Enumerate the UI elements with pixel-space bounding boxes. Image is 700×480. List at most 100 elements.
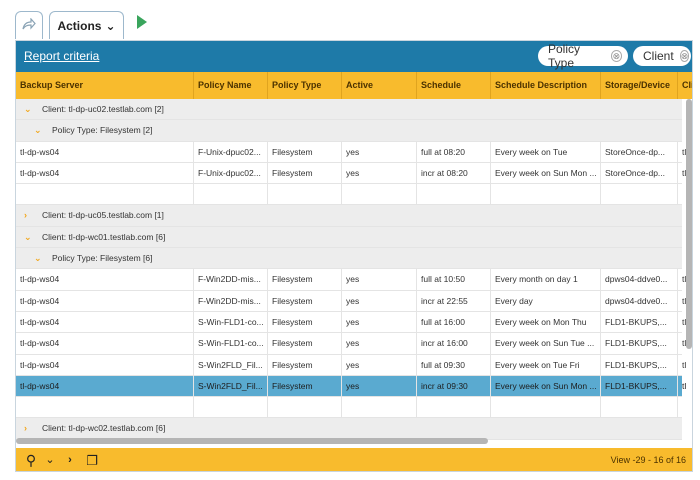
cell-active: yes — [342, 333, 417, 355]
actions-label: Actions — [57, 18, 102, 33]
empty-cell — [16, 397, 194, 419]
table-row[interactable]: tl-dp-ws04 F-Unix-dpuc02... Filesystem yes i… — [16, 162, 686, 185]
cell-schedule: incr at 22:55 — [417, 290, 491, 312]
table-row[interactable]: tl-dp-ws04 F-Unix-dpuc02... Filesystem yes f… — [16, 141, 686, 163]
cell-policy-type: Filesystem — [268, 333, 342, 355]
horizontal-scrollbar[interactable] — [16, 438, 488, 444]
cell-storage-device: StoreOnce-dp... — [601, 162, 678, 184]
cell-policy-name: F-Unix-dpuc02... — [194, 141, 268, 163]
column-header-schedule[interactable]: Schedule — [417, 72, 491, 99]
column-header-policy-name[interactable]: Policy Name — [194, 72, 268, 99]
group-row[interactable]: ⌄ Client: tl-dp-wc01.testlab.com [6] — [16, 226, 682, 249]
table-row[interactable]: tl-dp-ws04 F-Win2DD-mis... Filesystem yes in… — [16, 290, 686, 312]
search-icon[interactable]: ⚲ — [24, 448, 38, 471]
cell-policy-name: F-Win2DD-mis... — [194, 290, 268, 312]
cell-schedule: incr at 16:00 — [417, 333, 491, 355]
cell-active: yes — [342, 290, 417, 312]
toolbar: Actions ⌄ — [0, 0, 700, 40]
empty-cell — [678, 397, 692, 418]
column-header-storage-device[interactable]: Storage/Device — [601, 72, 678, 99]
empty-cell — [601, 184, 678, 206]
cell-policy-type: Filesystem — [268, 375, 342, 397]
cell-policy-type: Filesystem — [268, 141, 342, 163]
empty-cell — [417, 184, 491, 206]
cell-schedule: incr at 09:30 — [417, 375, 491, 397]
filter-chip-label: Client — [643, 49, 674, 63]
column-header-schedule-description[interactable]: Schedule Description — [491, 72, 601, 99]
cell-schedule-description: Every day — [491, 290, 601, 312]
play-icon[interactable] — [137, 15, 147, 29]
empty-cell — [491, 184, 601, 206]
group-label: Policy Type: Filesystem [6] — [52, 253, 153, 264]
cell-backup-server: tl-dp-ws04 — [16, 311, 194, 333]
table-row[interactable]: tl-dp-ws04 F-Win2DD-mis... Filesystem yes fu… — [16, 269, 686, 291]
copy-icon[interactable]: ❐ — [84, 448, 100, 471]
cell-storage-device: dpws04-ddve0... — [601, 290, 678, 312]
table-row[interactable]: tl-dp-ws04 S-Win-FLD1-co... Filesystem yes f… — [16, 311, 686, 334]
chevron-right-icon[interactable]: › — [24, 418, 27, 439]
cell-schedule: full at 10:50 — [417, 269, 491, 291]
chevron-down-icon[interactable]: ⌄ — [34, 248, 42, 269]
chevron-down-icon[interactable]: ⌄ — [24, 227, 32, 248]
chevron-right-icon[interactable]: › — [24, 205, 27, 226]
column-header-backup-server[interactable]: Backup Server — [16, 72, 194, 99]
column-header-policy-type[interactable]: Policy Type — [268, 72, 342, 99]
empty-cell — [268, 184, 342, 206]
empty-cell — [601, 397, 678, 419]
group-label: Client: tl-dp-uc02.testlab.com [2] — [42, 104, 164, 114]
remove-chip-icon[interactable]: ⊗ — [679, 50, 690, 62]
cell-schedule-description: Every month on day 1 — [491, 269, 601, 291]
cell-backup-server: tl-dp-ws04 — [16, 375, 194, 397]
cell-backup-server: tl-dp-ws04 — [16, 269, 194, 291]
empty-cell — [268, 397, 342, 419]
group-row[interactable]: ⌄ Policy Type: Filesystem [2] — [16, 120, 682, 142]
table-header: Backup Server Policy Name Policy Type Activ… — [16, 72, 692, 99]
cell-schedule-description: Every week on Sun Tue ... — [491, 333, 601, 355]
group-label: Client: tl-dp-wc02.testlab.com [6] — [42, 423, 166, 434]
report-criteria-link[interactable]: Report criteria — [24, 49, 99, 63]
cell-schedule-description: Every week on Sun Mon ... — [491, 375, 601, 397]
collapse-all-icon[interactable]: ⌄ — [44, 448, 56, 471]
column-header-client[interactable]: Clie — [678, 72, 692, 99]
table-row[interactable]: tl-dp-ws04 S-Win-FLD1-co... Filesystem yes i… — [16, 333, 686, 355]
cell-policy-type: Filesystem — [268, 354, 342, 376]
cell-policy-name: F-Unix-dpuc02... — [194, 162, 268, 184]
cell-storage-device: FLD1-BKUPS,... — [601, 311, 678, 333]
filter-chip-client[interactable]: Client ⊗ — [633, 46, 691, 66]
empty-cell — [16, 184, 194, 206]
column-header-active[interactable]: Active — [342, 72, 417, 99]
vertical-scrollbar[interactable] — [686, 99, 692, 349]
cell-backup-server: tl-dp-ws04 — [16, 354, 194, 376]
share-button[interactable] — [15, 11, 43, 39]
empty-cell — [342, 397, 417, 419]
table-footer: ⚲ ⌄ › ❐ View -29 - 16 of 16 — [16, 448, 692, 471]
table-row[interactable]: tl-dp-ws04 S-Win2FLD_Fil... Filesystem yes i… — [16, 375, 686, 398]
group-label: Policy Type: Filesystem [2] — [52, 125, 153, 136]
cell-active: yes — [342, 311, 417, 333]
cell-schedule-description: Every week on Tue — [491, 141, 601, 163]
expand-all-icon[interactable]: › — [64, 448, 76, 471]
chevron-down-icon[interactable]: ⌄ — [34, 120, 42, 141]
filter-chip-label: Policy Type — [548, 42, 581, 70]
empty-cell — [194, 184, 268, 206]
chevron-down-icon[interactable]: ⌄ — [24, 99, 32, 120]
cell-schedule-description: Every week on Tue Fri — [491, 354, 601, 376]
empty-cell — [342, 184, 417, 206]
cell-storage-device: StoreOnce-dp... — [601, 141, 678, 163]
chevron-down-icon: ⌄ — [105, 18, 116, 33]
cell-storage-device: FLD1-BKUPS,... — [601, 354, 678, 376]
table-row[interactable]: tl-dp-ws04 S-Win2FLD_Fil... Filesystem yes f… — [16, 354, 686, 376]
group-row[interactable]: ⌄ Policy Type: Filesystem [6] — [16, 248, 682, 270]
group-row[interactable]: › Client: tl-dp-uc05.testlab.com [1] — [16, 205, 682, 227]
cell-policy-name: S-Win2FLD_Fil... — [194, 375, 268, 397]
group-row[interactable]: › Client: tl-dp-wc02.testlab.com [6] — [16, 418, 682, 440]
group-row[interactable]: ⌄ Client: tl-dp-uc02.testlab.com [2] — [16, 99, 682, 121]
empty-cell — [417, 397, 491, 419]
filter-chip-policy-type[interactable]: Policy Type ⊗ — [538, 42, 628, 70]
remove-chip-icon[interactable]: ⊗ — [610, 50, 622, 62]
cell-storage-device: FLD1-BKUPS,... — [601, 375, 678, 397]
cell-schedule: incr at 08:20 — [417, 162, 491, 184]
empty-cell — [491, 397, 601, 419]
actions-menu-button[interactable]: Actions ⌄ — [49, 11, 124, 39]
cell-schedule: full at 16:00 — [417, 311, 491, 333]
